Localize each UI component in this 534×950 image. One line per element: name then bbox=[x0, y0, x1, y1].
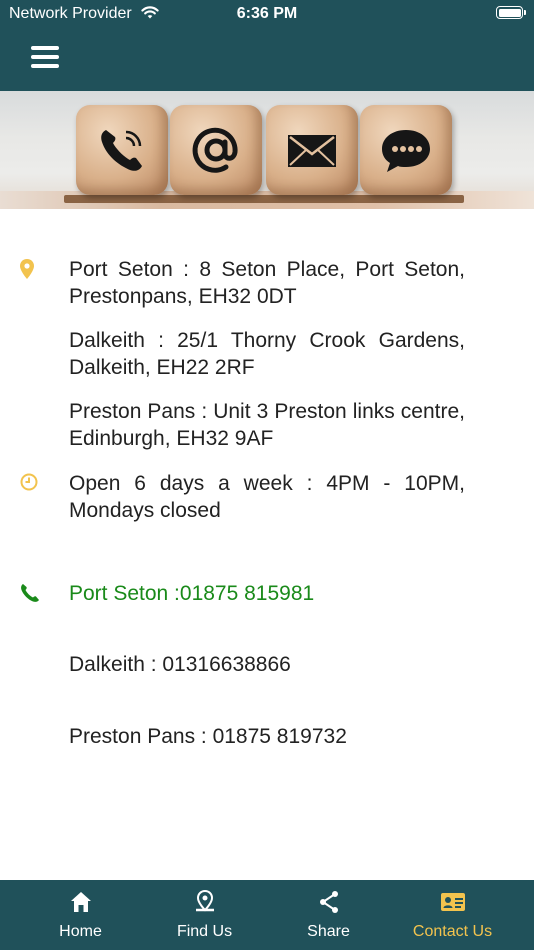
tab-find-us-label: Find Us bbox=[176, 923, 233, 940]
clock-time: 6:36 PM bbox=[236, 5, 298, 22]
opening-hours: Open 6 days a week : 4PM - 10PM, Mondays… bbox=[69, 472, 465, 522]
location-pin-icon bbox=[20, 259, 34, 284]
share-icon bbox=[262, 890, 395, 914]
phone-icon bbox=[76, 105, 168, 195]
map-pin-icon bbox=[138, 889, 271, 914]
phone-port-seton[interactable]: Port Seton :01875 815981 bbox=[69, 580, 465, 607]
tab-contact-us-label: Contact Us bbox=[412, 923, 493, 940]
address-dalkeith: Dalkeith : 25/1 Thorny Crook Gardens, Da… bbox=[69, 329, 465, 379]
app-header: Network Provider 6:36 PM bbox=[0, 0, 534, 91]
address-preston-pans: Preston Pans : Unit 3 Preston links cent… bbox=[69, 400, 465, 450]
bottom-tab-bar: Home Find Us Share Contact Us bbox=[0, 880, 534, 950]
status-bar: Network Provider 6:36 PM bbox=[0, 0, 534, 28]
home-icon bbox=[14, 890, 147, 914]
tab-contact-us[interactable]: Contact Us bbox=[386, 880, 519, 950]
hamburger-menu-icon[interactable] bbox=[31, 46, 59, 68]
phone-dalkeith[interactable]: Dalkeith : 01316638866 bbox=[69, 651, 465, 678]
chat-bubble-icon bbox=[360, 105, 452, 195]
address-port-seton: Port Seton : 8 Seton Place, Port Seton, … bbox=[69, 258, 465, 308]
tab-home-label: Home bbox=[59, 923, 102, 940]
battery-icon bbox=[496, 6, 526, 19]
tab-find-us[interactable]: Find Us bbox=[138, 880, 271, 950]
envelope-icon bbox=[266, 105, 358, 195]
tab-share[interactable]: Share bbox=[262, 880, 395, 950]
tab-share-label: Share bbox=[307, 923, 350, 940]
contact-card-icon bbox=[386, 890, 519, 914]
contact-banner-image bbox=[0, 91, 534, 209]
phone-icon bbox=[20, 583, 40, 608]
clock-icon bbox=[20, 473, 38, 496]
phone-preston-pans[interactable]: Preston Pans : 01875 819732 bbox=[69, 723, 465, 750]
at-sign-icon bbox=[170, 105, 262, 195]
tab-home[interactable]: Home bbox=[14, 880, 147, 950]
